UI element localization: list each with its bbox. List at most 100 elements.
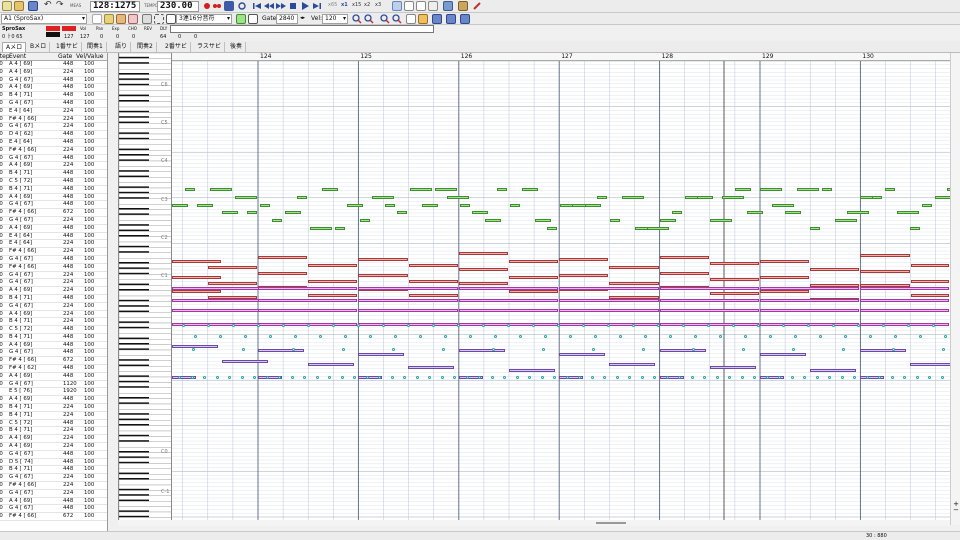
drum-hit[interactable] — [669, 335, 672, 338]
drum-hit[interactable] — [357, 324, 360, 327]
event-row[interactable]: 20 F# 4 [ 66] 672 100 — [0, 357, 107, 366]
event-row[interactable]: 40 G 4 [ 67] 1120 100 — [0, 381, 107, 389]
pad-note[interactable] — [760, 309, 860, 312]
chord-note[interactable] — [358, 274, 408, 277]
bass-note[interactable] — [709, 366, 756, 369]
picture-icon[interactable] — [443, 1, 453, 11]
horizontal-scroll-thumb[interactable] — [596, 522, 626, 524]
pad-note[interactable] — [172, 299, 272, 302]
mixer-value-2[interactable]: 127 — [80, 34, 90, 40]
drum-hit[interactable] — [869, 335, 872, 338]
event-row[interactable]: 40 E 4 [ 64] 224 100 — [0, 240, 107, 249]
white-key[interactable] — [119, 479, 172, 486]
rewind-icon[interactable] — [264, 1, 274, 11]
pad-note[interactable] — [659, 299, 759, 302]
melody-note[interactable] — [184, 188, 195, 191]
zoom-in-icon[interactable] — [352, 14, 362, 24]
drum-hit[interactable] — [203, 376, 206, 379]
chord-note[interactable] — [408, 264, 458, 267]
event-row[interactable]: 40 A 4 [ 69] 224 100 — [0, 435, 107, 444]
bass-note[interactable] — [172, 345, 218, 348]
record-icon[interactable] — [202, 1, 212, 11]
drum-hit[interactable] — [715, 376, 719, 379]
drum-hit[interactable] — [732, 324, 735, 327]
pad-note[interactable] — [358, 287, 458, 290]
drum-hit[interactable] — [928, 376, 931, 379]
bass-note[interactable] — [258, 349, 304, 352]
tab-2ban-sabi[interactable]: 2番サビ — [162, 42, 191, 52]
white-key[interactable] — [119, 441, 172, 448]
melody-note[interactable] — [459, 204, 470, 207]
melody-note[interactable] — [222, 211, 238, 214]
white-key[interactable] — [119, 139, 172, 146]
drum-hit[interactable] — [182, 324, 185, 327]
drum-hit[interactable] — [307, 324, 310, 327]
chord-note[interactable] — [509, 260, 559, 263]
white-key[interactable] — [119, 63, 172, 70]
drum-hit[interactable] — [644, 335, 647, 338]
drum-hit[interactable] — [407, 324, 410, 327]
chord-note[interactable] — [258, 256, 308, 259]
tab-kansou2[interactable]: 間奏2 — [134, 42, 157, 52]
mixer-value-6[interactable]: 64 — [160, 34, 166, 40]
pointer-icon[interactable] — [92, 14, 102, 24]
drum-hit[interactable] — [642, 348, 645, 351]
drum-hit[interactable] — [665, 376, 669, 379]
chord-note[interactable] — [458, 252, 508, 255]
bass-note[interactable] — [810, 369, 856, 372]
drum-hit[interactable] — [403, 376, 406, 379]
pad-note[interactable] — [258, 287, 358, 290]
event-row[interactable]: 40 A 4 [ 69] 224 100 — [0, 69, 107, 77]
piano-roll-grid[interactable]: 124 125 126 127 128 129 130 — [172, 53, 950, 525]
melody-note[interactable] — [547, 227, 557, 230]
melody-note[interactable] — [622, 196, 644, 199]
melody-note[interactable] — [409, 188, 432, 191]
forward-icon[interactable] — [276, 1, 286, 11]
drum-hit[interactable] — [419, 335, 422, 338]
event-row[interactable]: 40 C 5 [ 72] 448 100 — [0, 326, 107, 334]
chord-note[interactable] — [910, 294, 949, 297]
quantize-icon[interactable] — [248, 14, 258, 24]
chord-note[interactable] — [709, 292, 759, 295]
drum-hit[interactable] — [544, 335, 547, 338]
event-row[interactable]: 20 G 4 [ 67] 448 100 — [0, 100, 107, 108]
melody-note[interactable] — [709, 219, 732, 222]
melody-note[interactable] — [309, 227, 332, 230]
drum-hit[interactable] — [907, 324, 910, 327]
new-file-icon[interactable] — [2, 1, 12, 11]
mixer-value-8[interactable]: 0 — [194, 34, 197, 40]
white-key[interactable] — [119, 176, 172, 183]
chord-note[interactable] — [860, 254, 910, 257]
chord-note[interactable] — [709, 278, 759, 281]
drum-hit[interactable] — [194, 335, 197, 338]
event-row[interactable]: 40 B 4 [ 71] 448 100 — [0, 334, 107, 342]
pad-note[interactable] — [458, 309, 559, 312]
chord-note[interactable] — [709, 262, 759, 265]
zoom-v-out-icon[interactable] — [392, 14, 402, 24]
melody-note[interactable] — [197, 204, 213, 207]
horizontal-scrollbar[interactable] — [118, 520, 950, 526]
drum-hit[interactable] — [219, 335, 222, 338]
event-row[interactable]: 40 E 4 [ 64] 448 100 — [0, 139, 107, 147]
chord-note[interactable] — [509, 290, 559, 293]
bass-note[interactable] — [358, 353, 405, 356]
melody-note[interactable] — [472, 211, 488, 214]
pad-note[interactable] — [860, 309, 949, 312]
drum-hit[interactable] — [753, 376, 756, 379]
drum-hit[interactable] — [782, 324, 785, 327]
event-row[interactable]: 40 F# 4 [ 66] 448 100 — [0, 264, 107, 272]
drum-hit[interactable] — [519, 335, 522, 338]
drum-hit[interactable] — [757, 324, 760, 327]
white-key[interactable] — [119, 463, 172, 469]
drum-hit[interactable] — [344, 335, 347, 338]
vel-input[interactable]: 120 ▾ — [322, 14, 348, 24]
event-row[interactable]: 40 C 5 [ 72] 448 100 — [0, 420, 107, 428]
drum-hit[interactable] — [790, 376, 794, 379]
drum-hit[interactable] — [292, 348, 295, 351]
drum-hit[interactable] — [278, 376, 281, 379]
melody-note[interactable] — [672, 211, 682, 214]
event-row[interactable]: 40 D 4 [ 62] 448 100 — [0, 131, 107, 139]
drum-hit[interactable] — [528, 376, 531, 379]
chord-note[interactable] — [659, 272, 709, 275]
drum-hit[interactable] — [815, 376, 819, 379]
